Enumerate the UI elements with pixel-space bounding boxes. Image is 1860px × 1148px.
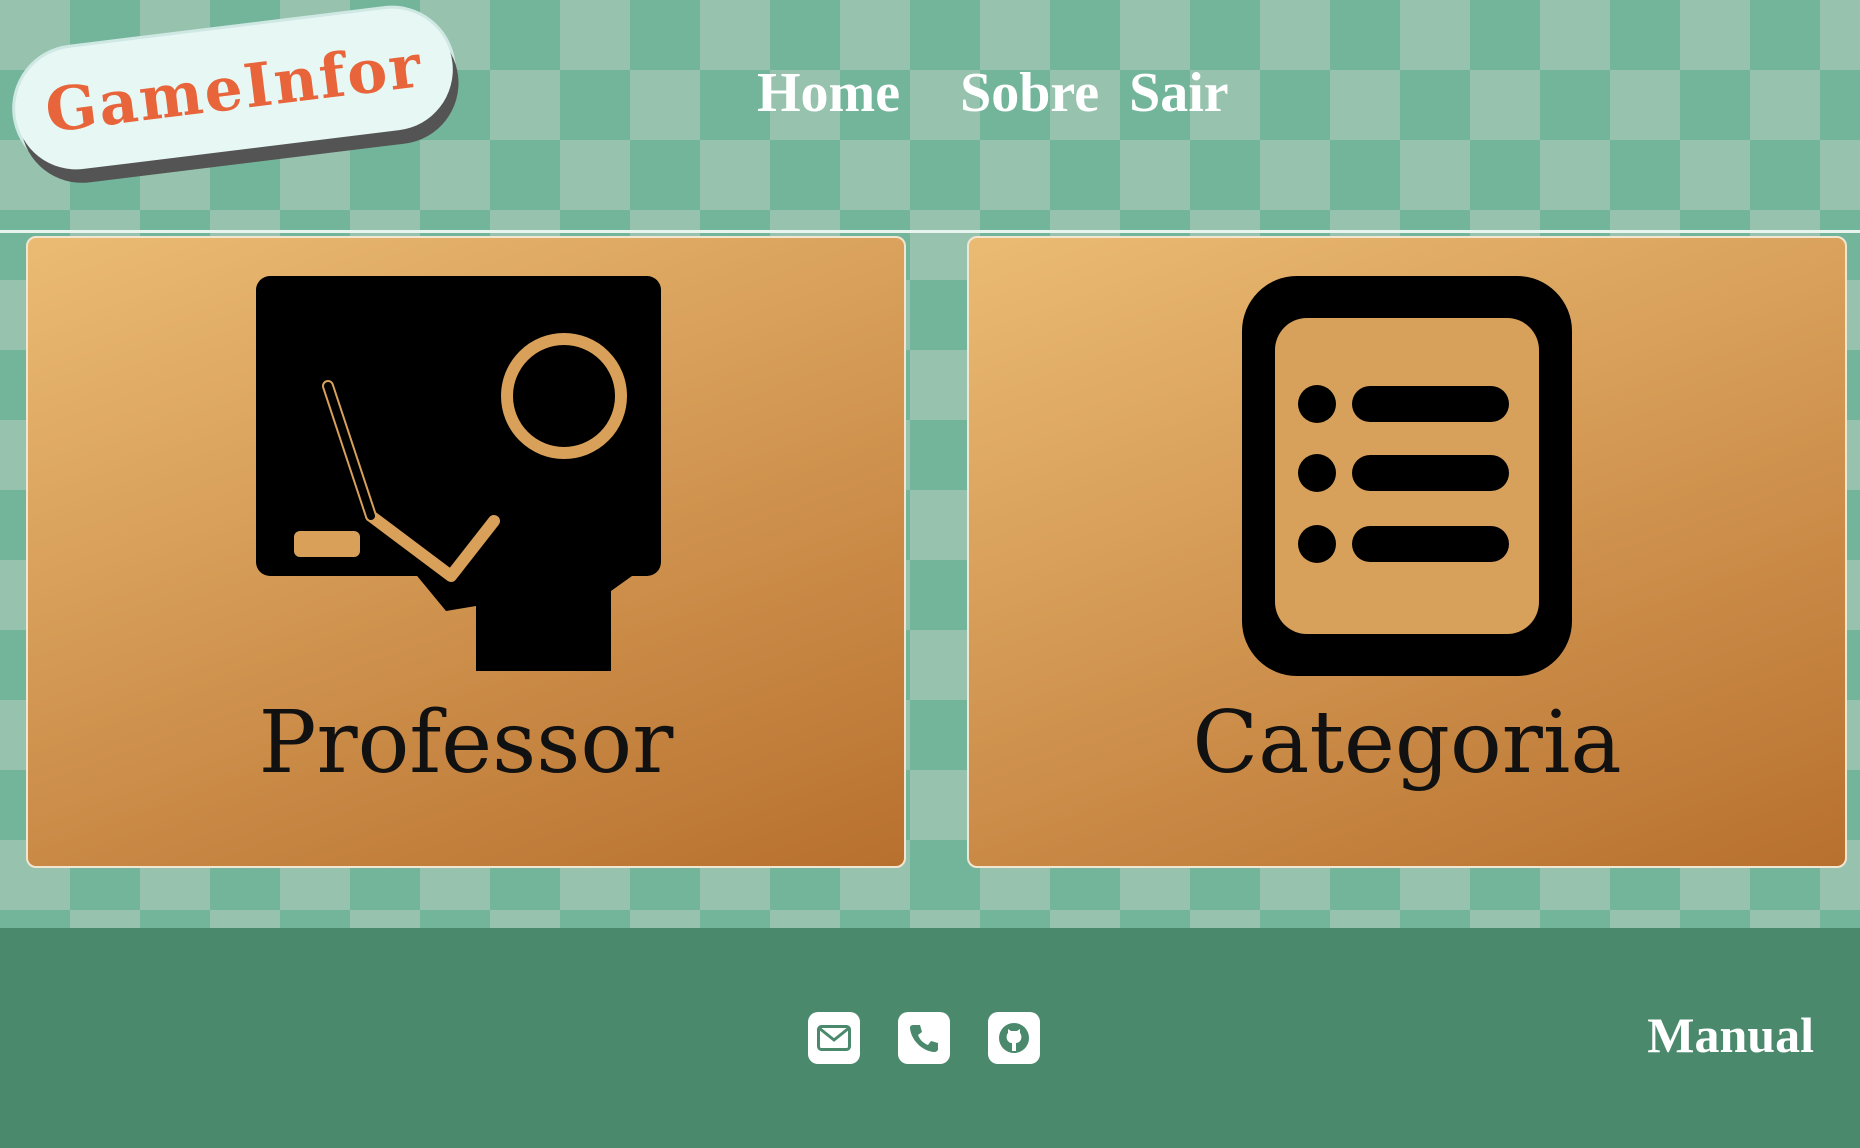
nav-home-link[interactable]: Home: [757, 61, 900, 125]
professor-card[interactable]: Professor: [26, 236, 906, 868]
nav-sobre-link[interactable]: Sobre: [960, 61, 1099, 125]
footer: Manual: [0, 928, 1860, 1148]
footer-icons: [808, 1012, 1040, 1064]
categoria-card-label: Categoria: [1192, 693, 1622, 793]
logo[interactable]: GameInfor: [8, 1, 460, 177]
header: GameInfor Home Sobre Sair: [0, 0, 1860, 233]
logo-text: GameInfor: [41, 31, 427, 147]
phone-icon[interactable]: [898, 1012, 950, 1064]
main-nav: Home Sobre Sair: [757, 58, 1229, 128]
categoria-card[interactable]: Categoria: [967, 236, 1847, 868]
list-document-icon: [1242, 276, 1572, 676]
email-icon[interactable]: [808, 1012, 860, 1064]
teacher-board-icon: [256, 276, 661, 671]
github-icon[interactable]: [988, 1012, 1040, 1064]
professor-card-label: Professor: [258, 693, 674, 793]
manual-link[interactable]: Manual: [1647, 1006, 1814, 1064]
nav-sair-link[interactable]: Sair: [1129, 61, 1229, 125]
